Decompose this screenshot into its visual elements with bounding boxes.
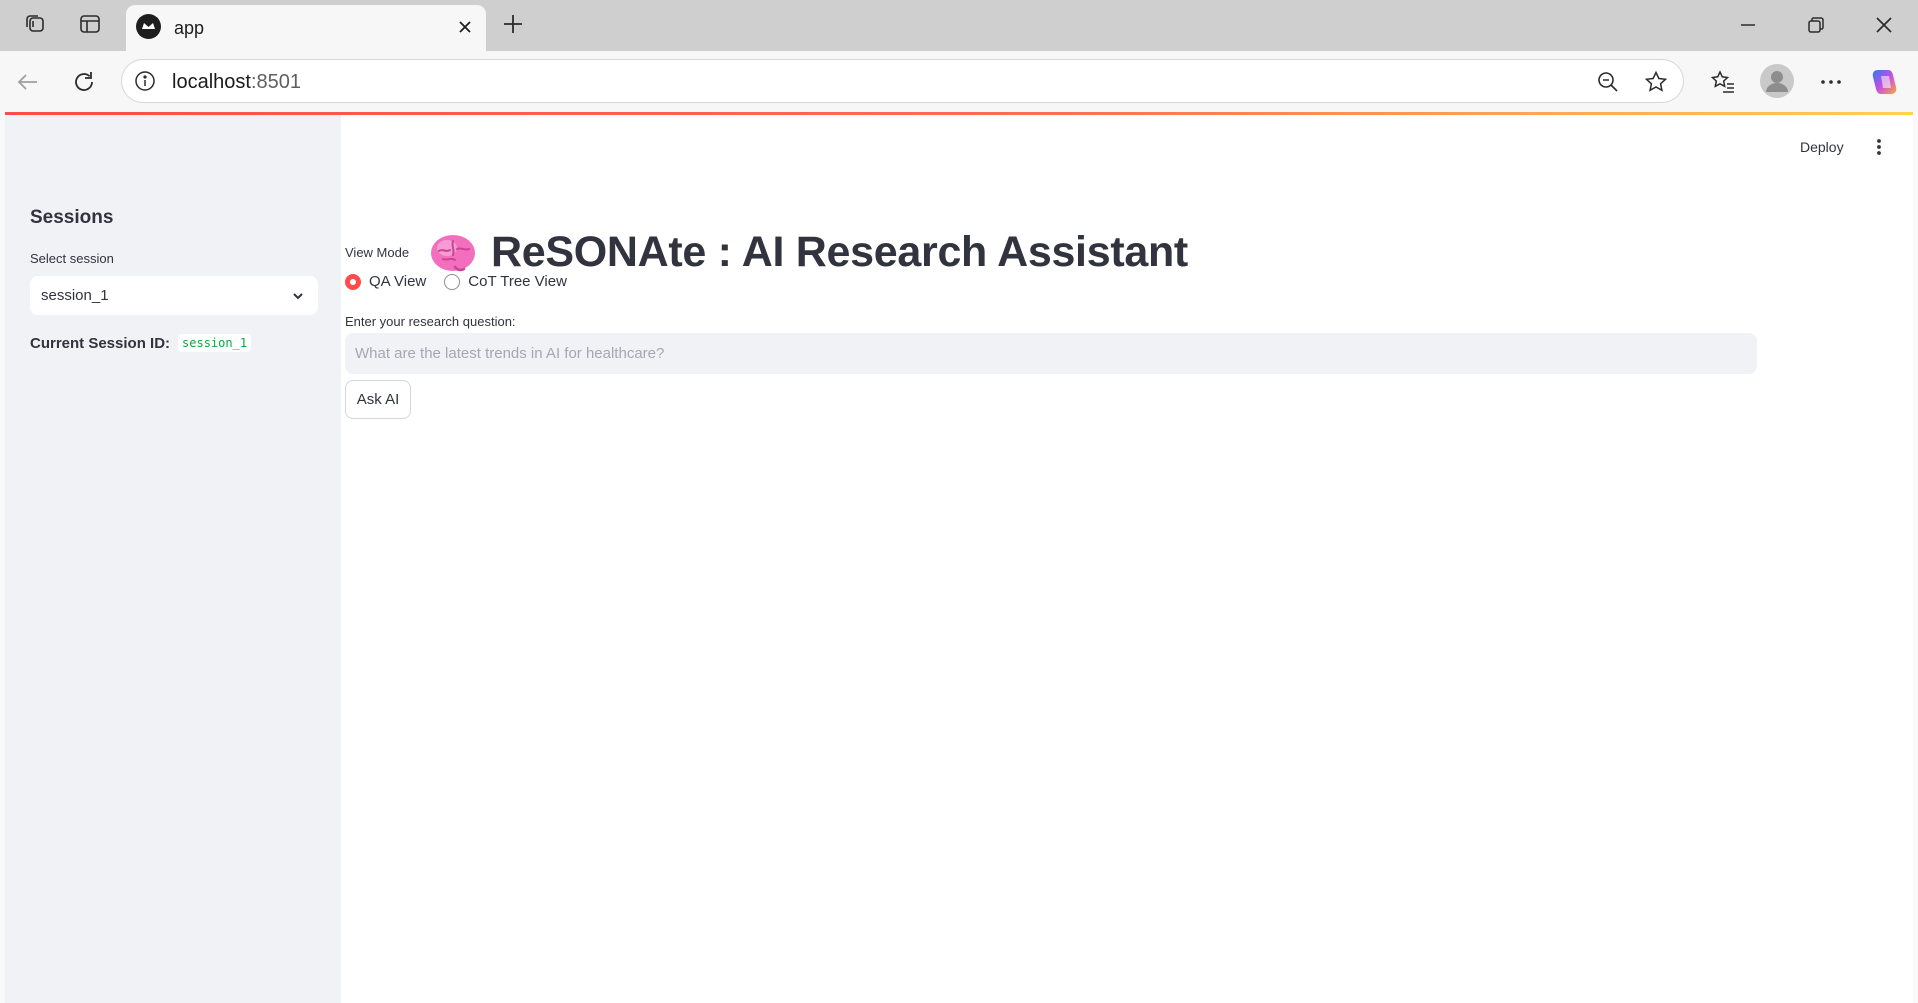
running-status-bar: [5, 112, 1913, 115]
profile-avatar-icon[interactable]: [1759, 63, 1795, 99]
restore-icon[interactable]: [1803, 12, 1829, 38]
close-window-icon[interactable]: [1871, 12, 1897, 38]
radio-cot-tree-view[interactable]: CoT Tree View: [444, 273, 567, 290]
radio-qa-view-label: QA View: [369, 273, 427, 290]
browser-tabstrip: app: [0, 0, 1918, 51]
view-mode-radio-group: QA View CoT Tree View: [345, 273, 567, 290]
deploy-button[interactable]: Deploy: [1800, 139, 1844, 155]
url-text[interactable]: localhost:8501: [172, 71, 301, 94]
chevron-down-icon[interactable]: [290, 288, 306, 304]
app-title: ReSONAte : AI Research Assistant: [491, 228, 1188, 276]
workspaces-icon[interactable]: [22, 11, 48, 37]
current-session: Current Session ID: session_1: [30, 334, 252, 352]
sidebar-heading: Sessions: [30, 207, 114, 228]
favorites-list-icon[interactable]: [1709, 68, 1737, 96]
radio-qa-view[interactable]: QA View: [345, 273, 426, 290]
radio-selected-indicator[interactable]: [345, 273, 361, 290]
tab-close-icon[interactable]: [454, 16, 476, 38]
main-menu-icon[interactable]: [1869, 136, 1889, 158]
streamlit-favicon-icon: [136, 14, 161, 39]
radio-cot-tree-view-label: CoT Tree View: [468, 273, 567, 290]
session-select-value: session_1: [41, 287, 109, 304]
research-question-input[interactable]: [345, 333, 1757, 374]
ask-ai-button[interactable]: Ask AI: [345, 380, 411, 419]
question-label: Enter your research question:: [345, 314, 516, 329]
radio-unselected-indicator[interactable]: [444, 273, 461, 290]
reload-icon[interactable]: [70, 68, 98, 96]
more-options-icon[interactable]: [1817, 68, 1845, 96]
page-viewport: Sessions Select session session_1 Curren…: [5, 112, 1913, 1003]
url-port: :8501: [250, 71, 301, 93]
url-host: localhost: [172, 71, 251, 93]
back-icon[interactable]: [14, 68, 42, 96]
current-session-label: Current Session ID:: [30, 334, 171, 352]
session-select[interactable]: session_1: [30, 276, 318, 315]
minimize-icon[interactable]: [1735, 12, 1761, 38]
browser-tab-active[interactable]: app: [126, 5, 486, 51]
view-mode-label: View Mode: [345, 245, 410, 260]
sidebar: Sessions Select session session_1 Curren…: [5, 112, 341, 1003]
brain-icon: [429, 229, 477, 277]
site-info-icon[interactable]: [134, 70, 156, 92]
current-session-id: session_1: [178, 334, 252, 352]
select-session-label: Select session: [30, 251, 114, 266]
favorite-star-icon[interactable]: [1643, 69, 1669, 95]
new-tab-icon[interactable]: [500, 11, 526, 37]
tab-actions-icon[interactable]: [77, 11, 103, 37]
page-title: ReSONAte : AI Research Assistant: [429, 228, 1188, 277]
address-bar[interactable]: localhost:8501: [121, 59, 1684, 103]
copilot-icon[interactable]: [1868, 65, 1902, 99]
tab-title: app: [174, 18, 205, 38]
browser-toolbar: localhost:8501: [0, 51, 1918, 112]
zoom-out-icon[interactable]: [1595, 69, 1621, 95]
